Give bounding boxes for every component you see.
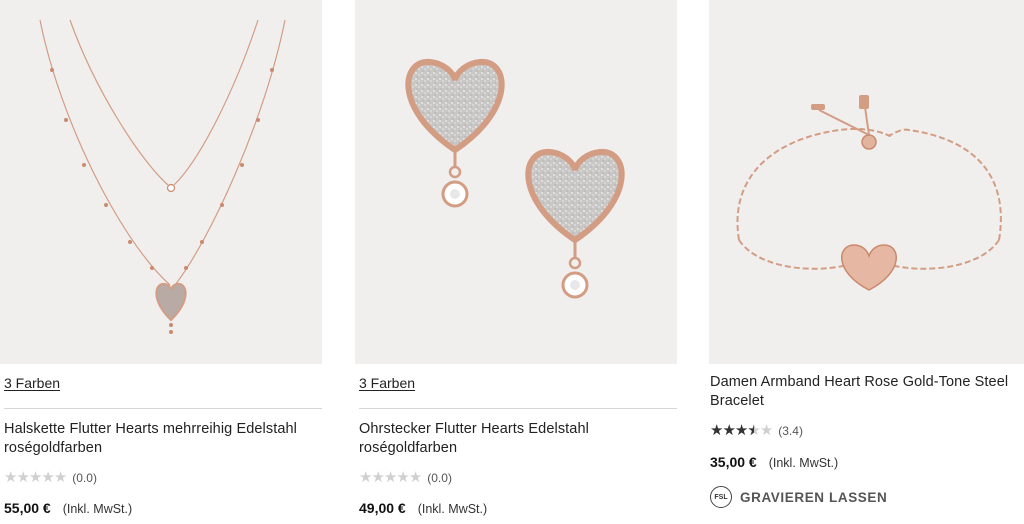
product-image-bracelet[interactable] xyxy=(709,0,1024,364)
necklace-image xyxy=(39,19,286,334)
divider xyxy=(359,408,677,409)
price-row: 55,00 € (Inkl. MwSt.) xyxy=(4,500,132,516)
tax-note: (Inkl. MwSt.) xyxy=(62,502,133,516)
rating-stars: ★ ★ ★ ★ ★ xyxy=(710,423,773,438)
product-card-earrings[interactable]: 3 Farben Ohrstecker Flutter Hearts Edels… xyxy=(355,0,677,524)
rating-stars: ★ ★ ★ ★ ★ xyxy=(4,469,67,486)
product-rating[interactable]: ★★★★★ (3.4) xyxy=(710,423,803,438)
product-image-earrings[interactable] xyxy=(355,0,677,364)
divider xyxy=(4,408,322,409)
rating-count: (0.0) xyxy=(427,470,452,485)
engrave-icon: FSL xyxy=(710,486,732,508)
product-title[interactable]: Ohrstecker Flutter Hearts Edelstahl rosé… xyxy=(359,420,673,458)
engrave-label: GRAVIEREN LASSEN xyxy=(740,489,888,505)
rating-count: (3.4) xyxy=(778,423,803,438)
rating-count: (0.0) xyxy=(72,470,97,485)
earrings-image xyxy=(405,59,625,299)
price-row: 35,00 € (Inkl. MwSt.) xyxy=(710,454,838,470)
product-title[interactable]: Halskette Flutter Hearts mehrreihig Edel… xyxy=(4,420,318,458)
product-image-necklace[interactable] xyxy=(0,0,322,364)
product-title[interactable]: Damen Armband Heart Rose Gold-Tone Steel… xyxy=(710,373,1020,411)
rating-stars: ★ ★ ★ ★ ★ xyxy=(359,469,422,486)
product-rating[interactable]: ★ ★ ★ ★ ★ (0.0) xyxy=(4,470,97,485)
product-rating[interactable]: ★ ★ ★ ★ ★ (0.0) xyxy=(359,470,452,485)
product-card-necklace[interactable]: 3 Farben Halskette Flutter Hearts mehrre… xyxy=(0,0,322,524)
product-price: 55,00 € xyxy=(4,500,51,516)
engrave-button[interactable]: FSL GRAVIEREN LASSEN xyxy=(710,486,887,508)
colors-link[interactable]: 3 Farben xyxy=(4,375,60,391)
tax-note: (Inkl. MwSt.) xyxy=(768,456,839,470)
product-card-bracelet[interactable]: Damen Armband Heart Rose Gold-Tone Steel… xyxy=(709,0,1024,524)
product-price: 35,00 € xyxy=(710,454,757,470)
colors-link[interactable]: 3 Farben xyxy=(359,375,415,391)
product-price: 49,00 € xyxy=(359,500,406,516)
tax-note: (Inkl. MwSt.) xyxy=(417,502,488,516)
bracelet-image xyxy=(736,95,1002,291)
price-row: 49,00 € (Inkl. MwSt.) xyxy=(359,500,487,516)
